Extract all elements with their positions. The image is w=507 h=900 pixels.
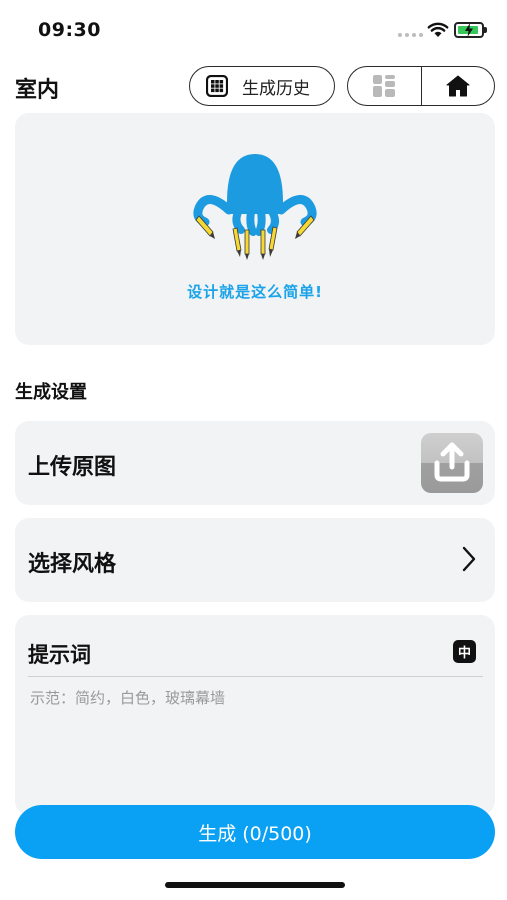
upload-image-card[interactable]: 上传原图	[15, 421, 495, 505]
home-tab[interactable]	[420, 67, 495, 105]
history-label: 生成历史	[242, 78, 310, 99]
gallery-tab[interactable]	[348, 67, 421, 105]
hero-slogan: 设计就是这么简单!	[187, 283, 323, 301]
generation-history-button[interactable]: 生成历史	[189, 66, 335, 106]
grid-icon	[206, 75, 228, 97]
status-time: 09:30	[38, 19, 101, 41]
chevron-right-icon	[462, 546, 476, 572]
page-title: 室内	[15, 78, 60, 103]
view-toggle	[347, 66, 495, 106]
upload-label: 上传原图	[28, 455, 117, 480]
prompt-input[interactable]	[28, 683, 483, 783]
status-bar: 09:30	[0, 0, 507, 60]
battery-icon	[454, 22, 487, 38]
prompt-card: 提示词 中	[15, 615, 495, 815]
upload-icon	[434, 442, 470, 482]
signal-icon	[398, 33, 423, 37]
select-style-card[interactable]: 选择风格	[15, 518, 495, 602]
octopus-mascot-icon	[193, 154, 317, 260]
prompt-label: 提示词	[28, 643, 91, 667]
hero-banner: 设计就是这么简单!	[15, 113, 495, 345]
generate-button[interactable]: 生成 (0/500)	[15, 805, 495, 859]
section-title: 生成设置	[15, 382, 87, 403]
style-label: 选择风格	[28, 552, 117, 577]
upload-button[interactable]	[421, 433, 483, 493]
language-toggle[interactable]: 中	[453, 640, 476, 663]
wifi-icon	[427, 22, 449, 37]
home-indicator	[165, 882, 345, 888]
gallery-icon	[373, 75, 396, 97]
home-icon	[446, 75, 470, 97]
prompt-divider	[28, 676, 483, 677]
